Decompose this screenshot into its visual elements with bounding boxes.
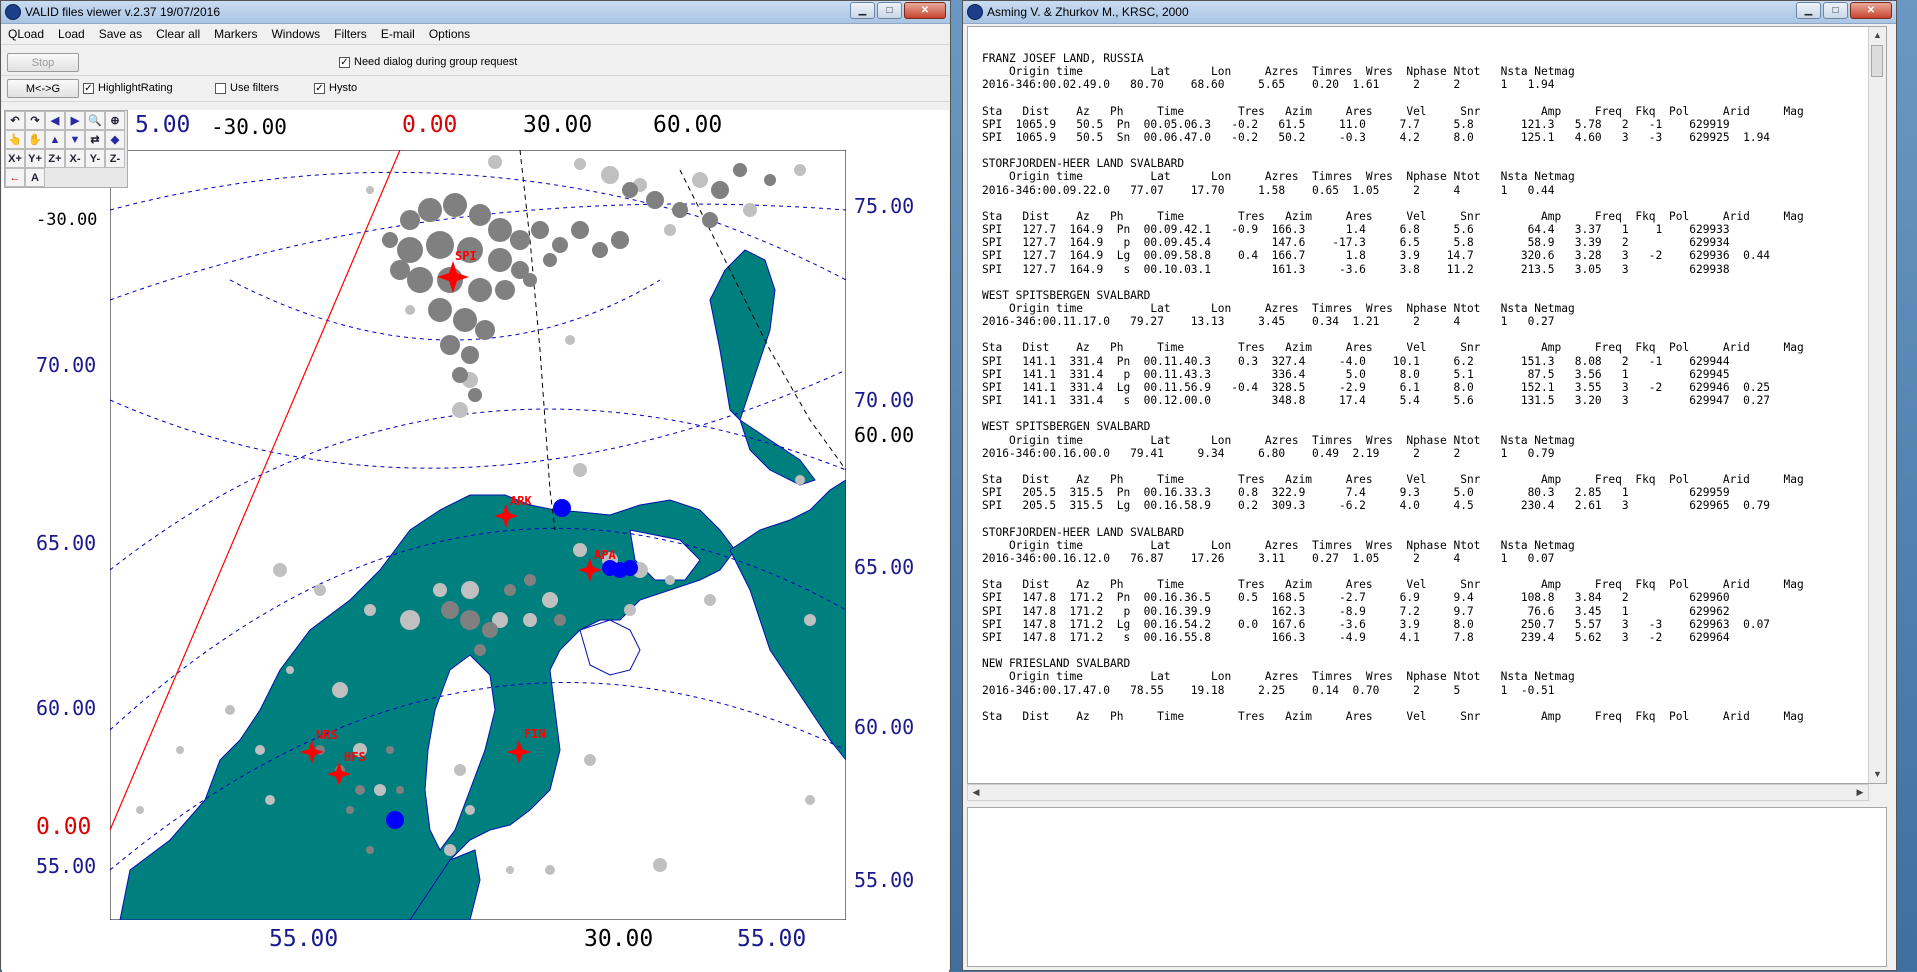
bottom-label-a: 55.00 [269, 926, 339, 952]
map-area[interactable]: ↶ ↷ ◀ ▶ 🔍 ⊕ 👆 ✋ ▲ ▼ ⇄ ◆ X+ Y+ Z+ X- Y- Z… [2, 110, 949, 972]
right-label-b: 70.00 [854, 388, 915, 412]
menu-options[interactable]: Options [422, 24, 477, 44]
right-label-a: 75.00 [854, 194, 915, 218]
undo-tool-icon[interactable]: ↶ [5, 111, 25, 130]
menu-qload[interactable]: QLoad [1, 24, 51, 44]
menu-email[interactable]: E-mail [374, 24, 422, 44]
menu-windows[interactable]: Windows [264, 24, 327, 44]
y-minus-button[interactable]: Y- [85, 149, 105, 168]
close-button[interactable]: ✕ [904, 2, 946, 19]
left-label-b: 70.00 [36, 353, 97, 377]
menu-load[interactable]: Load [51, 24, 92, 44]
valid-viewer-window: VALID files viewer v.2.37 19/07/2016 ▁ □… [0, 0, 951, 972]
need-dialog-label: Need dialog during group request [354, 56, 518, 68]
stop-button[interactable]: Stop [7, 53, 79, 72]
up-arrow-icon[interactable]: ▲ [45, 130, 65, 149]
mg-button[interactable]: M<->G [7, 79, 79, 98]
bulletin-text-area[interactable]: FRANZ JOSEF LAND, RUSSIA Origin time Lat… [967, 26, 1887, 784]
left-label-c: 65.00 [36, 531, 97, 555]
station-label-apa: APA [594, 548, 616, 562]
menu-save-as[interactable]: Save as [92, 24, 149, 44]
bottom-label-b: 30.00 [584, 926, 654, 952]
map-canvas[interactable]: SPI ARK APA NRS HFS FIN [110, 150, 846, 920]
map-tool-palette: ↶ ↷ ◀ ▶ 🔍 ⊕ 👆 ✋ ▲ ▼ ⇄ ◆ X+ Y+ Z+ X- Y- Z… [4, 110, 128, 188]
hysto-checkbox[interactable]: ✓ Hysto [314, 82, 357, 94]
x-minus-button[interactable]: X- [65, 149, 85, 168]
pan-tool-icon[interactable]: ✋ [25, 130, 45, 149]
use-filters-label: Use filters [230, 82, 279, 94]
text-tool-icon[interactable]: A [25, 168, 45, 187]
left-label-d: 60.00 [36, 696, 97, 720]
use-filters-checkbox[interactable]: Use filters [215, 82, 279, 94]
z-plus-button[interactable]: Z+ [45, 149, 65, 168]
right-label-c: 60.00 [854, 423, 915, 447]
left-label-a: -30.00 [36, 210, 98, 230]
zoom-in-icon[interactable]: ⊕ [105, 111, 125, 130]
station-label-spi: SPI [455, 249, 477, 263]
need-dialog-checkbox[interactable]: ✓ Need dialog during group request [339, 56, 517, 68]
horizontal-scrollbar[interactable]: ◀ ▶ [967, 784, 1869, 801]
bulletin-lower-panel[interactable] [967, 807, 1887, 967]
station-label-nrs: NRS [316, 728, 338, 742]
down-arrow-icon[interactable]: ▼ [65, 130, 85, 149]
right-label-d: 65.00 [854, 555, 915, 579]
top-label-b: -30.00 [211, 115, 287, 139]
scroll-down-arrow-icon[interactable]: ▼ [1869, 766, 1886, 783]
vertical-scrollbar[interactable]: ▲ ▼ [1868, 27, 1886, 783]
top-label-a: 5.00 [135, 112, 191, 138]
vertical-scroll-thumb[interactable] [1871, 45, 1883, 77]
right-arrow-icon[interactable]: ▶ [65, 111, 85, 130]
scroll-right-arrow-icon[interactable]: ▶ [1852, 785, 1868, 800]
menu-clear-all[interactable]: Clear all [149, 24, 207, 44]
app-icon [5, 4, 21, 20]
hysto-check-box[interactable]: ✓ [314, 82, 325, 94]
right-label-e: 60.00 [854, 715, 915, 739]
y-plus-button[interactable]: Y+ [25, 149, 45, 168]
redo-tool-icon[interactable]: ↷ [25, 111, 45, 130]
scroll-up-arrow-icon[interactable]: ▲ [1869, 27, 1886, 44]
top-label-d: 30.00 [523, 112, 593, 138]
top-label-e: 60.00 [653, 112, 723, 138]
menu-bar: QLoad Load Save as Clear all Markers Win… [1, 24, 950, 45]
bulletin-minimize-button[interactable]: ▁ [1796, 2, 1821, 19]
bulletin-close-button[interactable]: ✕ [1850, 2, 1892, 19]
maximize-button[interactable]: □ [877, 2, 902, 19]
use-filters-check-box[interactable] [215, 82, 226, 94]
toolbar-row-2: M<->G ✓ HighlightRating Use filters ✓ Hy… [1, 77, 950, 102]
station-label-ark: ARK [510, 494, 532, 508]
bulletin-window: Asming V. & Zhurkov M., KRSC, 2000 ▁ □ ✕… [962, 0, 1897, 971]
station-label-hfs: HFS [344, 750, 366, 764]
need-dialog-check-box[interactable]: ✓ [339, 56, 350, 68]
left-label-e: 0.00 [36, 814, 92, 840]
z-minus-button[interactable]: Z- [105, 149, 125, 168]
pointer-tool-icon[interactable]: 👆 [5, 130, 25, 149]
bulletin-window-title: Asming V. & Zhurkov M., KRSC, 2000 [987, 5, 1189, 19]
swap-tool-icon[interactable]: ⇄ [85, 130, 105, 149]
title-bar[interactable]: VALID files viewer v.2.37 19/07/2016 ▁ □… [1, 1, 950, 24]
bottom-label-c: 55.00 [737, 926, 807, 952]
hysto-label: Hysto [329, 82, 358, 94]
left-arrow-icon[interactable]: ◀ [45, 111, 65, 130]
highlight-rating-label: HighlightRating [98, 82, 173, 94]
window-title: VALID files viewer v.2.37 19/07/2016 [25, 5, 220, 19]
bulletin-app-icon [967, 4, 983, 20]
scroll-left-arrow-icon[interactable]: ◀ [968, 785, 984, 800]
minimize-button[interactable]: ▁ [850, 2, 875, 19]
left-label-f: 55.00 [36, 854, 97, 878]
bulletin-title-bar[interactable]: Asming V. & Zhurkov M., KRSC, 2000 ▁ □ ✕ [963, 1, 1896, 24]
highlight-rating-checkbox[interactable]: ✓ HighlightRating [83, 82, 173, 94]
menu-markers[interactable]: Markers [207, 24, 264, 44]
highlight-check-box[interactable]: ✓ [83, 82, 94, 94]
bulletin-maximize-button[interactable]: □ [1823, 2, 1848, 19]
station-label-fin: FIN [524, 727, 546, 741]
bulletin-text: FRANZ JOSEF LAND, RUSSIA Origin time Lat… [982, 52, 1804, 723]
diamond-tool-icon[interactable]: ◆ [105, 130, 125, 149]
back-arrow-icon[interactable]: ← [5, 168, 25, 187]
zoom-tool-icon[interactable]: 🔍 [85, 111, 105, 130]
toolbar-row-1: Stop ✓ Need dialog during group request [1, 51, 950, 76]
menu-filters[interactable]: Filters [327, 24, 374, 44]
right-label-f: 55.00 [854, 868, 915, 892]
top-label-c: 0.00 [402, 112, 458, 138]
x-plus-button[interactable]: X+ [5, 149, 25, 168]
